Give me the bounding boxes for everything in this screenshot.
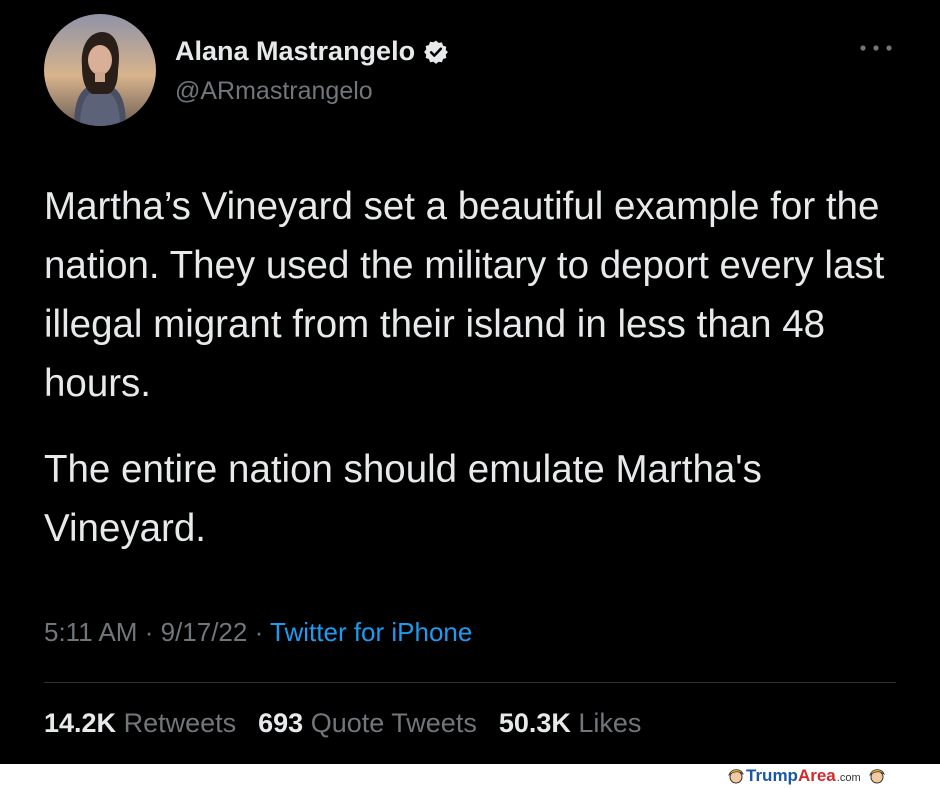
watermark-text-trump: Trump — [746, 766, 798, 785]
more-options-icon[interactable] — [856, 38, 896, 58]
watermark-text-com: .com — [836, 772, 861, 784]
watermark-text-area: Area — [797, 766, 836, 785]
quotes-stat[interactable]: 693 Quote Tweets — [258, 708, 477, 738]
mascot-icon — [728, 769, 744, 784]
likes-count: 50.3K — [498, 708, 571, 738]
quotes-count: 693 — [258, 708, 304, 738]
divider — [44, 682, 896, 683]
retweets-stat[interactable]: 14.2K Retweets — [44, 708, 236, 738]
meta-separator: · — [254, 617, 264, 647]
tweet-meta: 5:11 AM · 9/17/22 · Twitter for iPhone — [44, 617, 472, 648]
avatar-photo — [44, 14, 156, 126]
display-name[interactable]: Alana Mastrangelo — [175, 36, 415, 67]
retweets-label: Retweets — [123, 708, 237, 738]
quotes-label: Quote Tweets — [310, 708, 477, 738]
verified-badge-icon — [424, 40, 448, 64]
tweet-date[interactable]: 9/17/22 — [161, 617, 248, 647]
name-row: Alana Mastrangelo — [175, 36, 449, 67]
tweet-text-paragraph: The entire nation should emulate Martha'… — [44, 448, 762, 550]
tweet-source-link[interactable]: Twitter for iPhone — [270, 617, 472, 647]
tweet-card: Alana Mastrangelo @ARmastrangelo Martha’… — [0, 0, 940, 764]
user-handle[interactable]: @ARmastrangelo — [175, 77, 373, 106]
engagement-stats: 14.2K Retweets 693 Quote Tweets 50.3K Like… — [44, 708, 641, 739]
avatar[interactable] — [44, 14, 156, 126]
meta-separator: · — [144, 617, 154, 647]
mascot-icon — [868, 769, 885, 784]
retweets-count: 14.2K — [44, 708, 117, 738]
tweet-text-paragraph: Martha’s Vineyard set a beautiful exampl… — [44, 185, 885, 405]
likes-stat[interactable]: 50.3K Likes — [499, 708, 642, 738]
watermark-bar: Trump Area .com — [0, 764, 940, 788]
tweet-time[interactable]: 5:11 AM — [44, 617, 137, 647]
watermark: Trump Area .com — [726, 766, 887, 786]
likes-label: Likes — [578, 708, 642, 738]
